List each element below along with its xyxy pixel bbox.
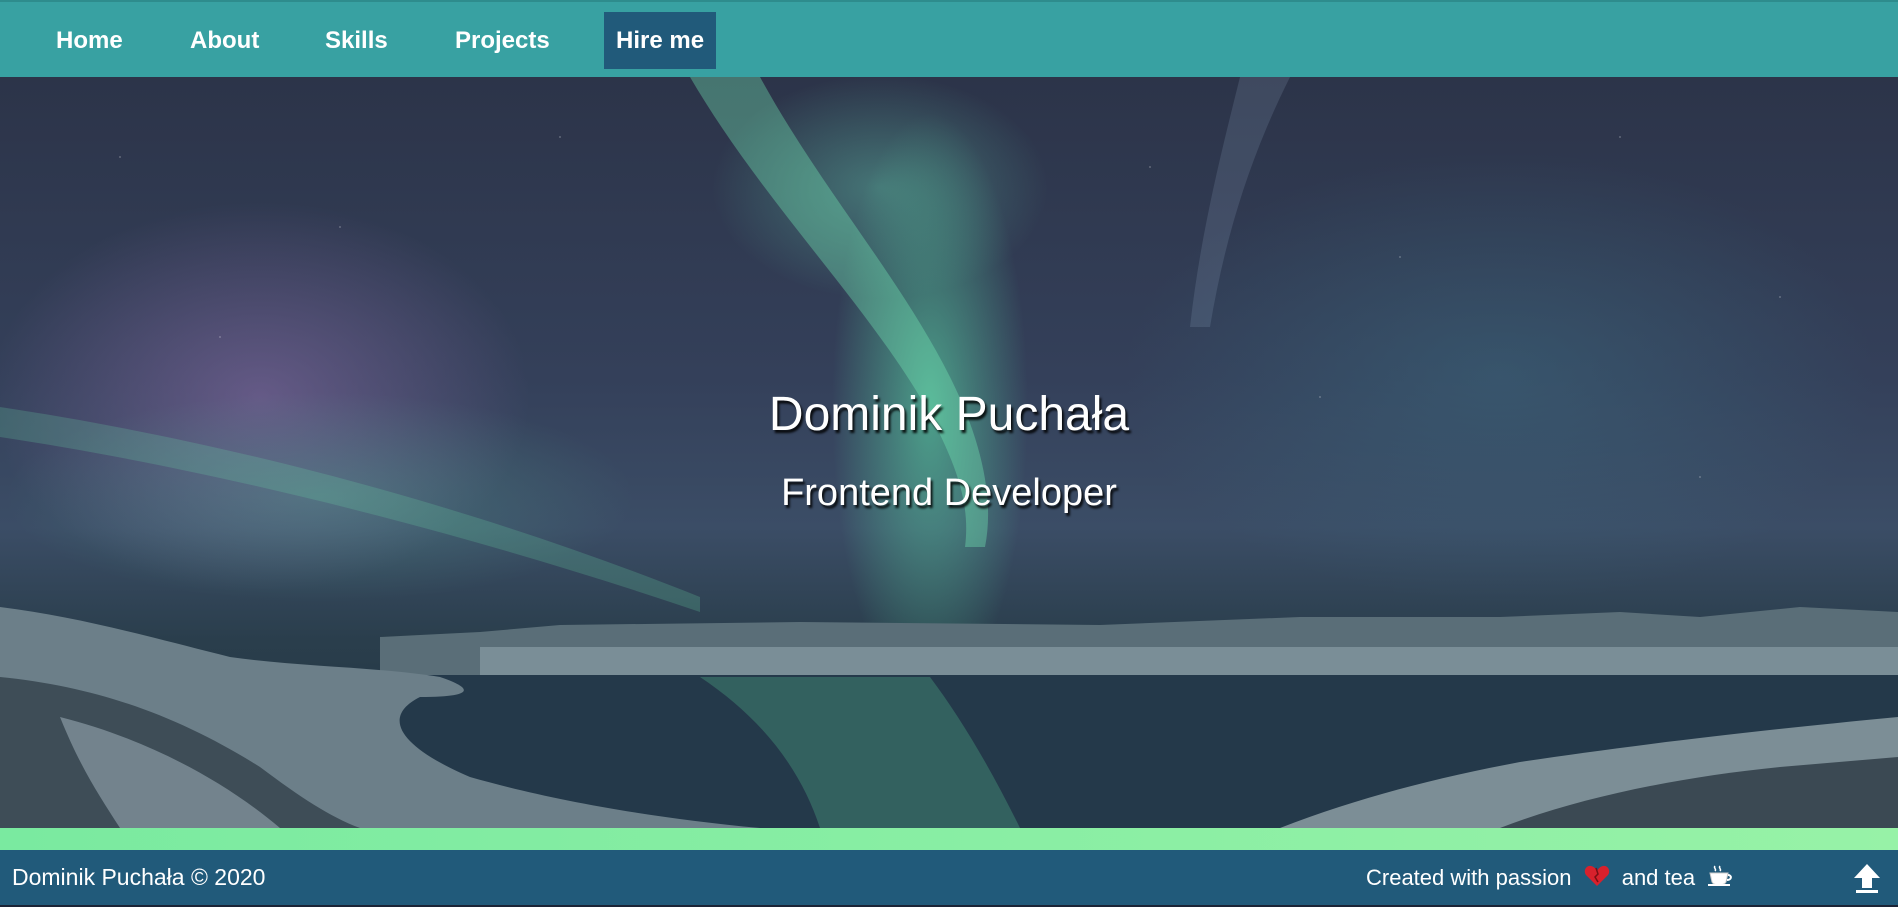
footer-credit: Created with passion and tea	[1366, 850, 1739, 907]
nav-hire-me-link[interactable]: Hire me	[604, 12, 717, 69]
hero-role-subheading: Frontend Developer	[781, 472, 1117, 514]
tea-cup-icon	[1707, 852, 1733, 907]
nav-about-link[interactable]: About	[178, 12, 271, 69]
nav-skills-link[interactable]: Skills	[313, 12, 400, 69]
aurora-landscape-image	[0, 77, 1898, 828]
accent-strip	[0, 828, 1898, 850]
heart-icon	[1584, 852, 1610, 907]
credit-prefix-text: Created with passion	[1366, 865, 1572, 890]
hero-name-heading: Dominik Puchała	[768, 388, 1130, 441]
scroll-up-arrow-icon[interactable]	[1852, 862, 1882, 894]
credit-middle-text: and tea	[1621, 865, 1696, 890]
site-footer: Dominik Puchała © 2020 Created with pass…	[0, 850, 1898, 905]
footer-copyright: Dominik Puchała © 2020	[12, 864, 266, 890]
nav-projects-link[interactable]: Projects	[443, 12, 562, 69]
nav-home-link[interactable]: Home	[44, 12, 135, 69]
top-navigation: Home About Skills Projects Hire me	[0, 0, 1898, 77]
hero-section: Dominik Puchała Frontend Developer	[0, 77, 1898, 828]
